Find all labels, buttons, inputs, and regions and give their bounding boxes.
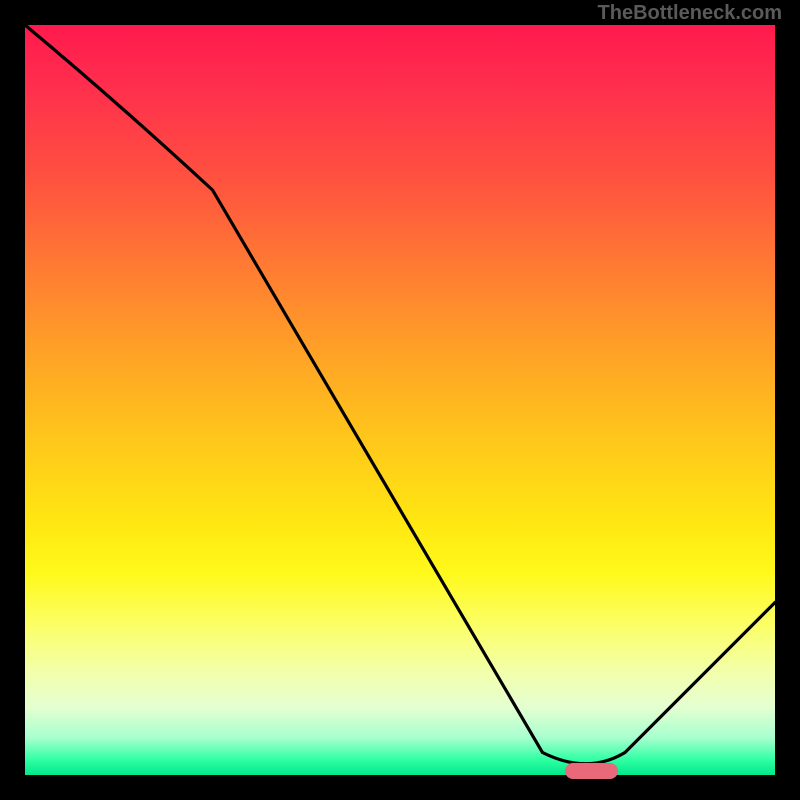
chart-plot-area [25, 25, 775, 775]
optimal-marker [565, 763, 618, 779]
bottleneck-curve [25, 25, 775, 775]
watermark-text: TheBottleneck.com [598, 2, 782, 25]
